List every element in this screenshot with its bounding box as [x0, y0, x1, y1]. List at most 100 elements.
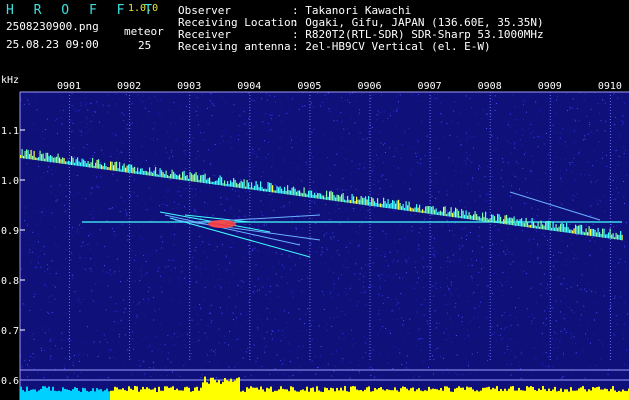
- noise-dot: [543, 321, 545, 323]
- echo-spike: [519, 219, 521, 227]
- noise-dot: [624, 245, 625, 247]
- noise-dot: [283, 206, 285, 208]
- time-gridline-dot: [129, 278, 131, 279]
- echo-spike: [422, 209, 424, 213]
- echo-spike: [216, 180, 218, 185]
- time-gridline-dot: [129, 251, 131, 252]
- noise-dot: [370, 285, 372, 287]
- time-gridline-dot: [609, 302, 611, 303]
- noise-dot: [473, 317, 475, 319]
- noise-dot: [164, 366, 166, 368]
- noise-dot: [514, 342, 516, 343]
- noise-dot: [337, 372, 339, 374]
- echo-spike: [21, 149, 23, 159]
- noise-dot: [547, 285, 549, 287]
- noise-dot: [396, 229, 398, 231]
- noise-dot: [609, 289, 610, 291]
- noise-dot: [159, 205, 160, 207]
- noise-dot: [622, 333, 624, 335]
- noise-dot: [524, 211, 526, 213]
- echo-spike: [257, 184, 259, 191]
- time-gridline-dot: [609, 251, 611, 252]
- noise-dot: [166, 370, 168, 372]
- noise-dot: [167, 222, 169, 224]
- noise-dot: [105, 203, 107, 205]
- noise-dot: [48, 212, 50, 214]
- noise-dot: [621, 121, 623, 123]
- time-gridline-dot: [249, 125, 251, 126]
- time-gridline-dot: [549, 128, 551, 129]
- time-gridline-dot: [309, 128, 311, 129]
- noise-dot: [119, 211, 121, 213]
- echo-spike: [26, 149, 28, 159]
- noise-dot: [140, 100, 142, 102]
- time-gridline-dot: [429, 263, 431, 264]
- noise-dot: [271, 159, 273, 161]
- noise-dot: [589, 181, 591, 183]
- noise-dot: [377, 333, 379, 335]
- noise-dot: [143, 255, 144, 257]
- noise-dot: [148, 346, 150, 348]
- time-gridline-dot: [609, 254, 611, 255]
- noise-dot: [358, 245, 359, 247]
- noise-dot: [266, 93, 268, 95]
- noise-dot: [562, 144, 564, 146]
- noise-dot: [380, 351, 381, 353]
- time-gridline-dot: [609, 188, 611, 189]
- noise-dot: [511, 207, 512, 209]
- noise-dot: [43, 253, 45, 255]
- noise-dot: [319, 105, 321, 107]
- echo-spike: [96, 159, 98, 169]
- noise-dot: [418, 244, 420, 246]
- noise-dot: [326, 98, 328, 100]
- noise-dot: [615, 266, 617, 268]
- time-gridline-dot: [369, 335, 371, 336]
- time-gridline-dot: [489, 224, 491, 225]
- echo-spike: [161, 170, 163, 178]
- time-gridline-dot: [249, 278, 251, 279]
- noise-dot: [113, 230, 115, 232]
- time-gridline-dot: [429, 269, 431, 270]
- noise-dot: [374, 206, 376, 208]
- noise-dot: [268, 114, 270, 115]
- echo-spike: [525, 217, 527, 227]
- time-gridline-dot: [369, 284, 371, 285]
- noise-dot: [183, 150, 185, 152]
- histogram-bar: [196, 386, 198, 400]
- noise-dot: [152, 219, 154, 221]
- noise-dot: [196, 212, 198, 214]
- time-gridline-dot: [189, 185, 191, 186]
- noise-dot: [56, 348, 58, 350]
- noise-dot: [423, 266, 425, 268]
- noise-dot: [350, 186, 352, 187]
- time-gridline-dot: [549, 305, 551, 306]
- noise-dot: [589, 124, 591, 126]
- time-gridline-dot: [609, 158, 611, 159]
- noise-dot: [492, 197, 494, 199]
- noise-dot: [446, 368, 448, 369]
- noise-dot: [55, 195, 57, 197]
- histogram-bar: [34, 389, 36, 400]
- noise-dot: [565, 259, 567, 261]
- echo-spike: [63, 158, 65, 164]
- noise-dot: [401, 364, 403, 365]
- histogram-bar: [354, 386, 356, 400]
- histogram-bar: [558, 390, 560, 400]
- noise-dot: [481, 268, 482, 270]
- time-gridline-dot: [249, 92, 251, 93]
- noise-dot: [377, 158, 379, 160]
- noise-dot: [359, 163, 361, 165]
- noise-dot: [190, 250, 192, 252]
- time-gridline-dot: [249, 95, 251, 96]
- time-gridline-dot: [69, 329, 70, 330]
- echo-spike: [393, 200, 395, 209]
- time-gridline-dot: [249, 266, 251, 267]
- noise-dot: [454, 222, 456, 224]
- noise-dot: [358, 364, 360, 366]
- echo-spike: [192, 174, 194, 182]
- noise-dot: [269, 298, 271, 300]
- noise-dot: [368, 99, 370, 101]
- noise-dot: [555, 260, 557, 262]
- noise-dot: [570, 286, 572, 288]
- noise-dot: [278, 115, 280, 117]
